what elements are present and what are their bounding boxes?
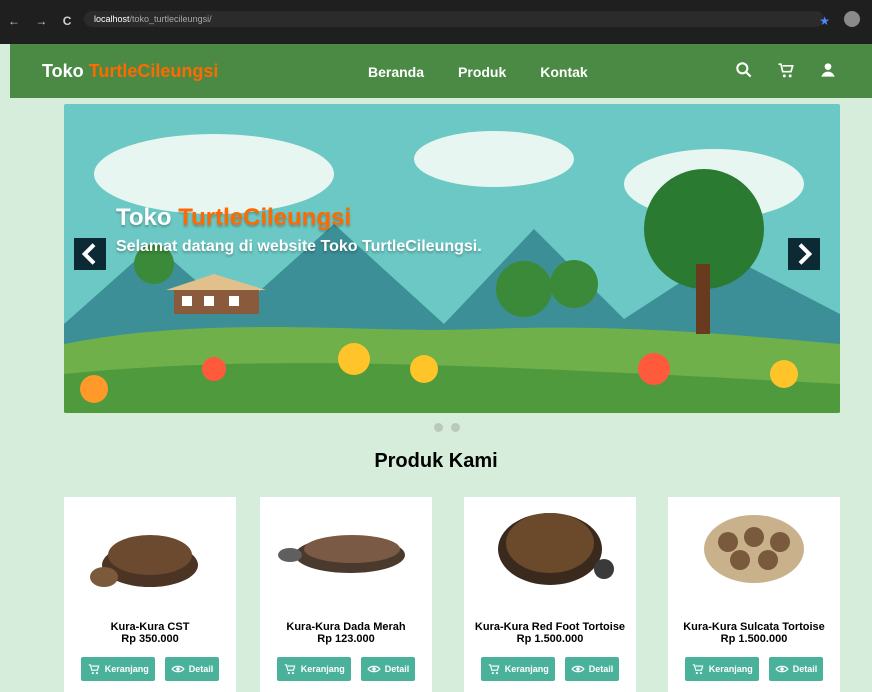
detail-label: Detail: [792, 664, 818, 674]
eye-icon: [171, 665, 185, 673]
nav-links: Beranda Produk Kontak: [368, 64, 588, 80]
nav-link-produk[interactable]: Produk: [458, 64, 506, 80]
product-image: [278, 535, 405, 573]
hero-subtitle: Selamat datang di website Toko TurtleCil…: [116, 238, 482, 255]
carousel-indicators: [434, 423, 460, 432]
add-to-cart-label: Keranjang: [708, 664, 753, 674]
product-price: Rp 1.500.000: [516, 633, 584, 645]
brand-logo[interactable]: Toko TurtleCileungsi: [42, 61, 218, 82]
nav-icons: [734, 60, 838, 80]
nav-link-beranda[interactable]: Beranda: [368, 64, 424, 80]
product-actions: Keranjang Detail: [260, 657, 432, 681]
add-to-cart-button[interactable]: Keranjang: [276, 657, 351, 681]
browser-nav-buttons[interactable]: ← → C: [8, 14, 83, 28]
product-name: Kura-Kura Sulcata Tortoise: [683, 621, 825, 633]
back-icon[interactable]: ←: [8, 14, 20, 28]
hero-title-main: Toko: [116, 204, 172, 231]
hero-carousel: Toko TurtleCileungsi Selamat datang di w…: [64, 104, 840, 413]
chevron-left-icon: [81, 243, 96, 265]
search-icon[interactable]: [734, 60, 754, 80]
carousel-next-button[interactable]: [788, 238, 820, 270]
product-name: Kura-Kura Red Foot Tortoise: [474, 621, 626, 633]
address-bar[interactable]: localhost/toko_turtlecileungsi/: [84, 11, 824, 27]
brand-main-text: Toko: [42, 61, 84, 81]
product-card: Kura-Kura Sulcata Tortoise Rp 1.500.000 …: [668, 497, 840, 692]
product-price: Rp 1.500.000: [720, 633, 788, 645]
product-price: Rp 350.000: [121, 633, 179, 645]
detail-button[interactable]: Detail: [360, 657, 416, 681]
reload-icon[interactable]: C: [63, 14, 72, 28]
forward-icon[interactable]: →: [35, 14, 47, 28]
product-name: Kura-Kura CST: [110, 621, 190, 633]
product-card: Kura-Kura CST Rp 350.000 Keranjang Detai…: [64, 497, 236, 692]
product-actions: Keranjang Detail: [668, 657, 840, 681]
product-name: Kura-Kura Dada Merah: [286, 621, 406, 633]
site-navbar: Toko TurtleCileungsi Beranda Produk Kont…: [10, 44, 872, 98]
user-icon[interactable]: [818, 60, 838, 80]
hero-title-accent: TurtleCileungsi: [178, 204, 352, 231]
detail-button[interactable]: Detail: [768, 657, 824, 681]
cart-icon: [284, 664, 296, 675]
browser-profile-avatar[interactable]: [844, 11, 860, 27]
product-price: Rp 123.000: [317, 633, 375, 645]
add-to-cart-button[interactable]: Keranjang: [684, 657, 759, 681]
product-actions: Keranjang Detail: [64, 657, 236, 681]
detail-label: Detail: [588, 664, 614, 674]
hero-illustration: [64, 104, 840, 413]
hero-title: Toko TurtleCileungsi: [116, 204, 351, 232]
eye-icon: [571, 665, 585, 673]
url-path: /toko_turtlecileungsi/: [129, 14, 212, 24]
eye-icon: [367, 665, 381, 673]
bookmark-star-icon[interactable]: ★: [819, 14, 830, 28]
add-to-cart-label: Keranjang: [504, 664, 549, 674]
product-card: Kura-Kura Red Foot Tortoise Rp 1.500.000…: [464, 497, 636, 692]
brand-accent-text: TurtleCileungsi: [88, 61, 219, 81]
detail-label: Detail: [188, 664, 214, 674]
cart-icon: [488, 664, 500, 675]
browser-bar: ← → C localhost/toko_turtlecileungsi/ ★: [0, 0, 872, 44]
cart-icon[interactable]: [776, 60, 796, 80]
carousel-dot[interactable]: [451, 423, 460, 432]
section-title: Produk Kami: [374, 450, 498, 472]
nav-link-kontak[interactable]: Kontak: [540, 64, 587, 80]
eye-icon: [775, 665, 789, 673]
product-image: [90, 535, 198, 587]
carousel-prev-button[interactable]: [74, 238, 106, 270]
detail-button[interactable]: Detail: [564, 657, 620, 681]
detail-button[interactable]: Detail: [164, 657, 220, 681]
chevron-right-icon: [798, 243, 813, 265]
product-image: [698, 513, 810, 589]
add-to-cart-label: Keranjang: [104, 664, 149, 674]
cart-icon: [88, 664, 100, 675]
carousel-dot[interactable]: [434, 423, 443, 432]
product-grid: Kura-Kura CST Rp 350.000 Keranjang Detai…: [64, 497, 840, 692]
product-image: [498, 513, 614, 585]
cart-icon: [692, 664, 704, 675]
add-to-cart-button[interactable]: Keranjang: [480, 657, 555, 681]
url-host: localhost: [94, 14, 130, 24]
product-card: Kura-Kura Dada Merah Rp 123.000 Keranjan…: [260, 497, 432, 692]
add-to-cart-label: Keranjang: [300, 664, 345, 674]
add-to-cart-button[interactable]: Keranjang: [80, 657, 155, 681]
product-actions: Keranjang Detail: [464, 657, 636, 681]
detail-label: Detail: [384, 664, 410, 674]
